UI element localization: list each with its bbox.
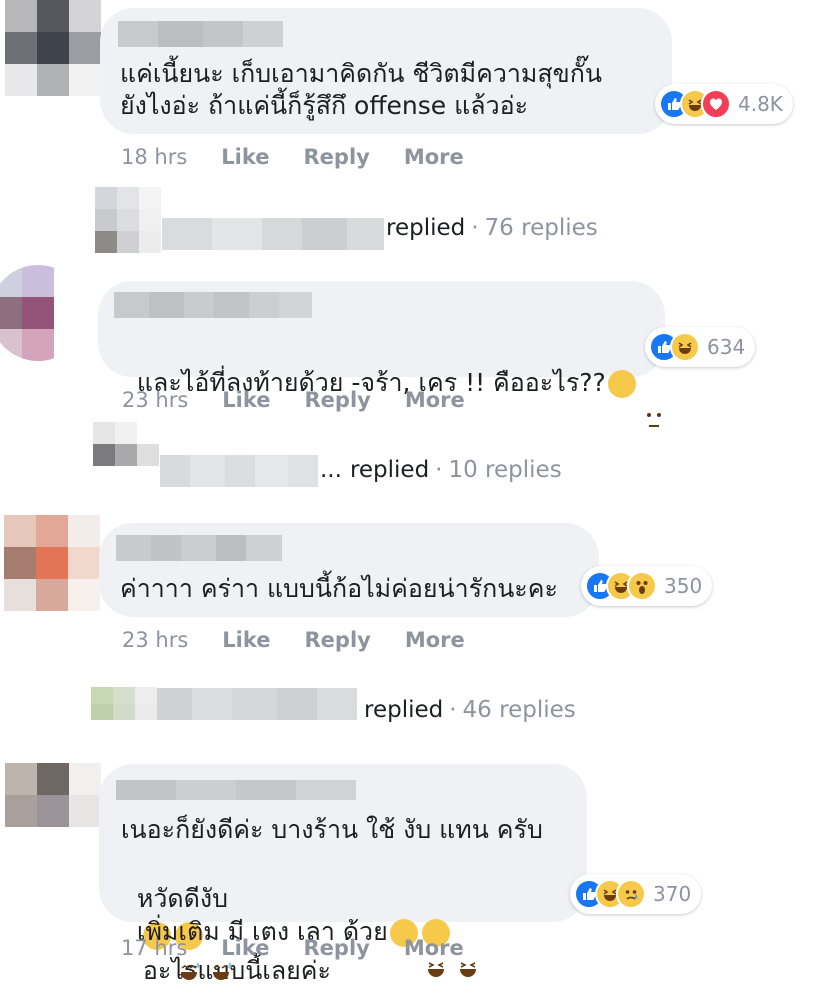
sad-icon: [616, 879, 646, 909]
name-ellipsis: ...: [320, 457, 342, 483]
commenter-name-blurred[interactable]: [118, 21, 283, 47]
haha-icon: [670, 332, 700, 362]
separator-dot: ·: [471, 215, 479, 241]
comment-actions: 17 hrs Like Reply More: [121, 936, 464, 960]
avatar[interactable]: [0, 265, 86, 361]
comment-actions: 23 hrs Like Reply More: [122, 628, 465, 652]
more-action[interactable]: More: [405, 388, 465, 412]
reply-action[interactable]: Reply: [304, 145, 370, 169]
reaction-count: 4.8K: [738, 92, 783, 116]
reply-avatar[interactable]: [93, 422, 159, 488]
replier-name-blurred[interactable]: [162, 218, 384, 250]
reaction-summary[interactable]: 634: [645, 327, 756, 367]
like-action[interactable]: Like: [221, 936, 269, 960]
more-action[interactable]: More: [404, 936, 464, 960]
comment-timestamp[interactable]: 23 hrs: [122, 388, 188, 412]
view-replies-link[interactable]: ... replied · 10 replies: [320, 457, 562, 483]
reaction-summary[interactable]: 370: [570, 874, 702, 914]
more-action[interactable]: More: [404, 145, 464, 169]
love-icon: [701, 89, 731, 119]
avatar[interactable]: [5, 0, 101, 96]
replier-name-blurred[interactable]: [160, 455, 318, 487]
reply-avatar[interactable]: [95, 187, 161, 253]
replied-label: replied: [386, 215, 466, 241]
like-action[interactable]: Like: [222, 628, 270, 652]
reply-action[interactable]: Reply: [304, 936, 370, 960]
commenter-name-blurred[interactable]: [114, 292, 312, 318]
replied-label: replied: [364, 697, 444, 723]
reply-count: 76 replies: [484, 215, 598, 241]
more-action[interactable]: More: [405, 628, 465, 652]
reaction-summary[interactable]: 4.8K: [655, 84, 793, 124]
reaction-summary[interactable]: 350: [581, 566, 713, 606]
avatar[interactable]: [4, 515, 100, 611]
commenter-name-blurred[interactable]: [116, 780, 356, 800]
replier-name-blurred[interactable]: [157, 688, 357, 720]
reply-avatar[interactable]: [91, 687, 157, 737]
comment-text-line: แค่เนี้ยนะ เก็บเอามาคิดกัน ชีวิตมีความสุ…: [120, 59, 602, 88]
reaction-count: 350: [664, 574, 703, 598]
comment-timestamp[interactable]: 17 hrs: [121, 936, 187, 960]
comment-text-line: ยังไงอ่ะ ถ้าแค่นี้ก็รู้สึกึ offense แล้ว…: [120, 91, 529, 120]
reaction-count: 370: [653, 882, 692, 906]
comment-text-line: ค่าาาา คร่าา แบบนี้ก้อไม่ค่อยน่ารักนะคะ: [120, 574, 558, 603]
comment-actions: 23 hrs Like Reply More: [122, 388, 465, 412]
comment-timestamp[interactable]: 18 hrs: [121, 145, 187, 169]
separator-dot: ·: [449, 697, 457, 723]
reaction-count: 634: [707, 335, 746, 359]
comment-text: อะไรแบบนี้เลยค่ะ: [142, 956, 331, 985]
view-replies-link[interactable]: replied · 46 replies: [364, 697, 576, 723]
like-action[interactable]: Like: [221, 145, 269, 169]
like-action[interactable]: Like: [222, 388, 270, 412]
separator-dot: ·: [435, 457, 443, 483]
replied-label: replied: [349, 457, 430, 483]
comment-text-line: เนอะก็ยังดีค่ะ บางร้าน ใช้ งับ แทน ครับ: [121, 815, 543, 844]
view-replies-link[interactable]: replied · 76 replies: [386, 215, 598, 241]
comment-timestamp[interactable]: 23 hrs: [122, 628, 188, 652]
reply-count: 46 replies: [462, 697, 576, 723]
reply-count: 10 replies: [448, 457, 562, 483]
reply-action[interactable]: Reply: [305, 388, 371, 412]
rolling-eyes-emoji: [607, 370, 663, 427]
wow-icon: [627, 571, 657, 601]
commenter-name-blurred[interactable]: [116, 535, 282, 561]
avatar[interactable]: [5, 763, 101, 859]
reply-action[interactable]: Reply: [305, 628, 371, 652]
comment-actions: 18 hrs Like Reply More: [121, 145, 464, 169]
